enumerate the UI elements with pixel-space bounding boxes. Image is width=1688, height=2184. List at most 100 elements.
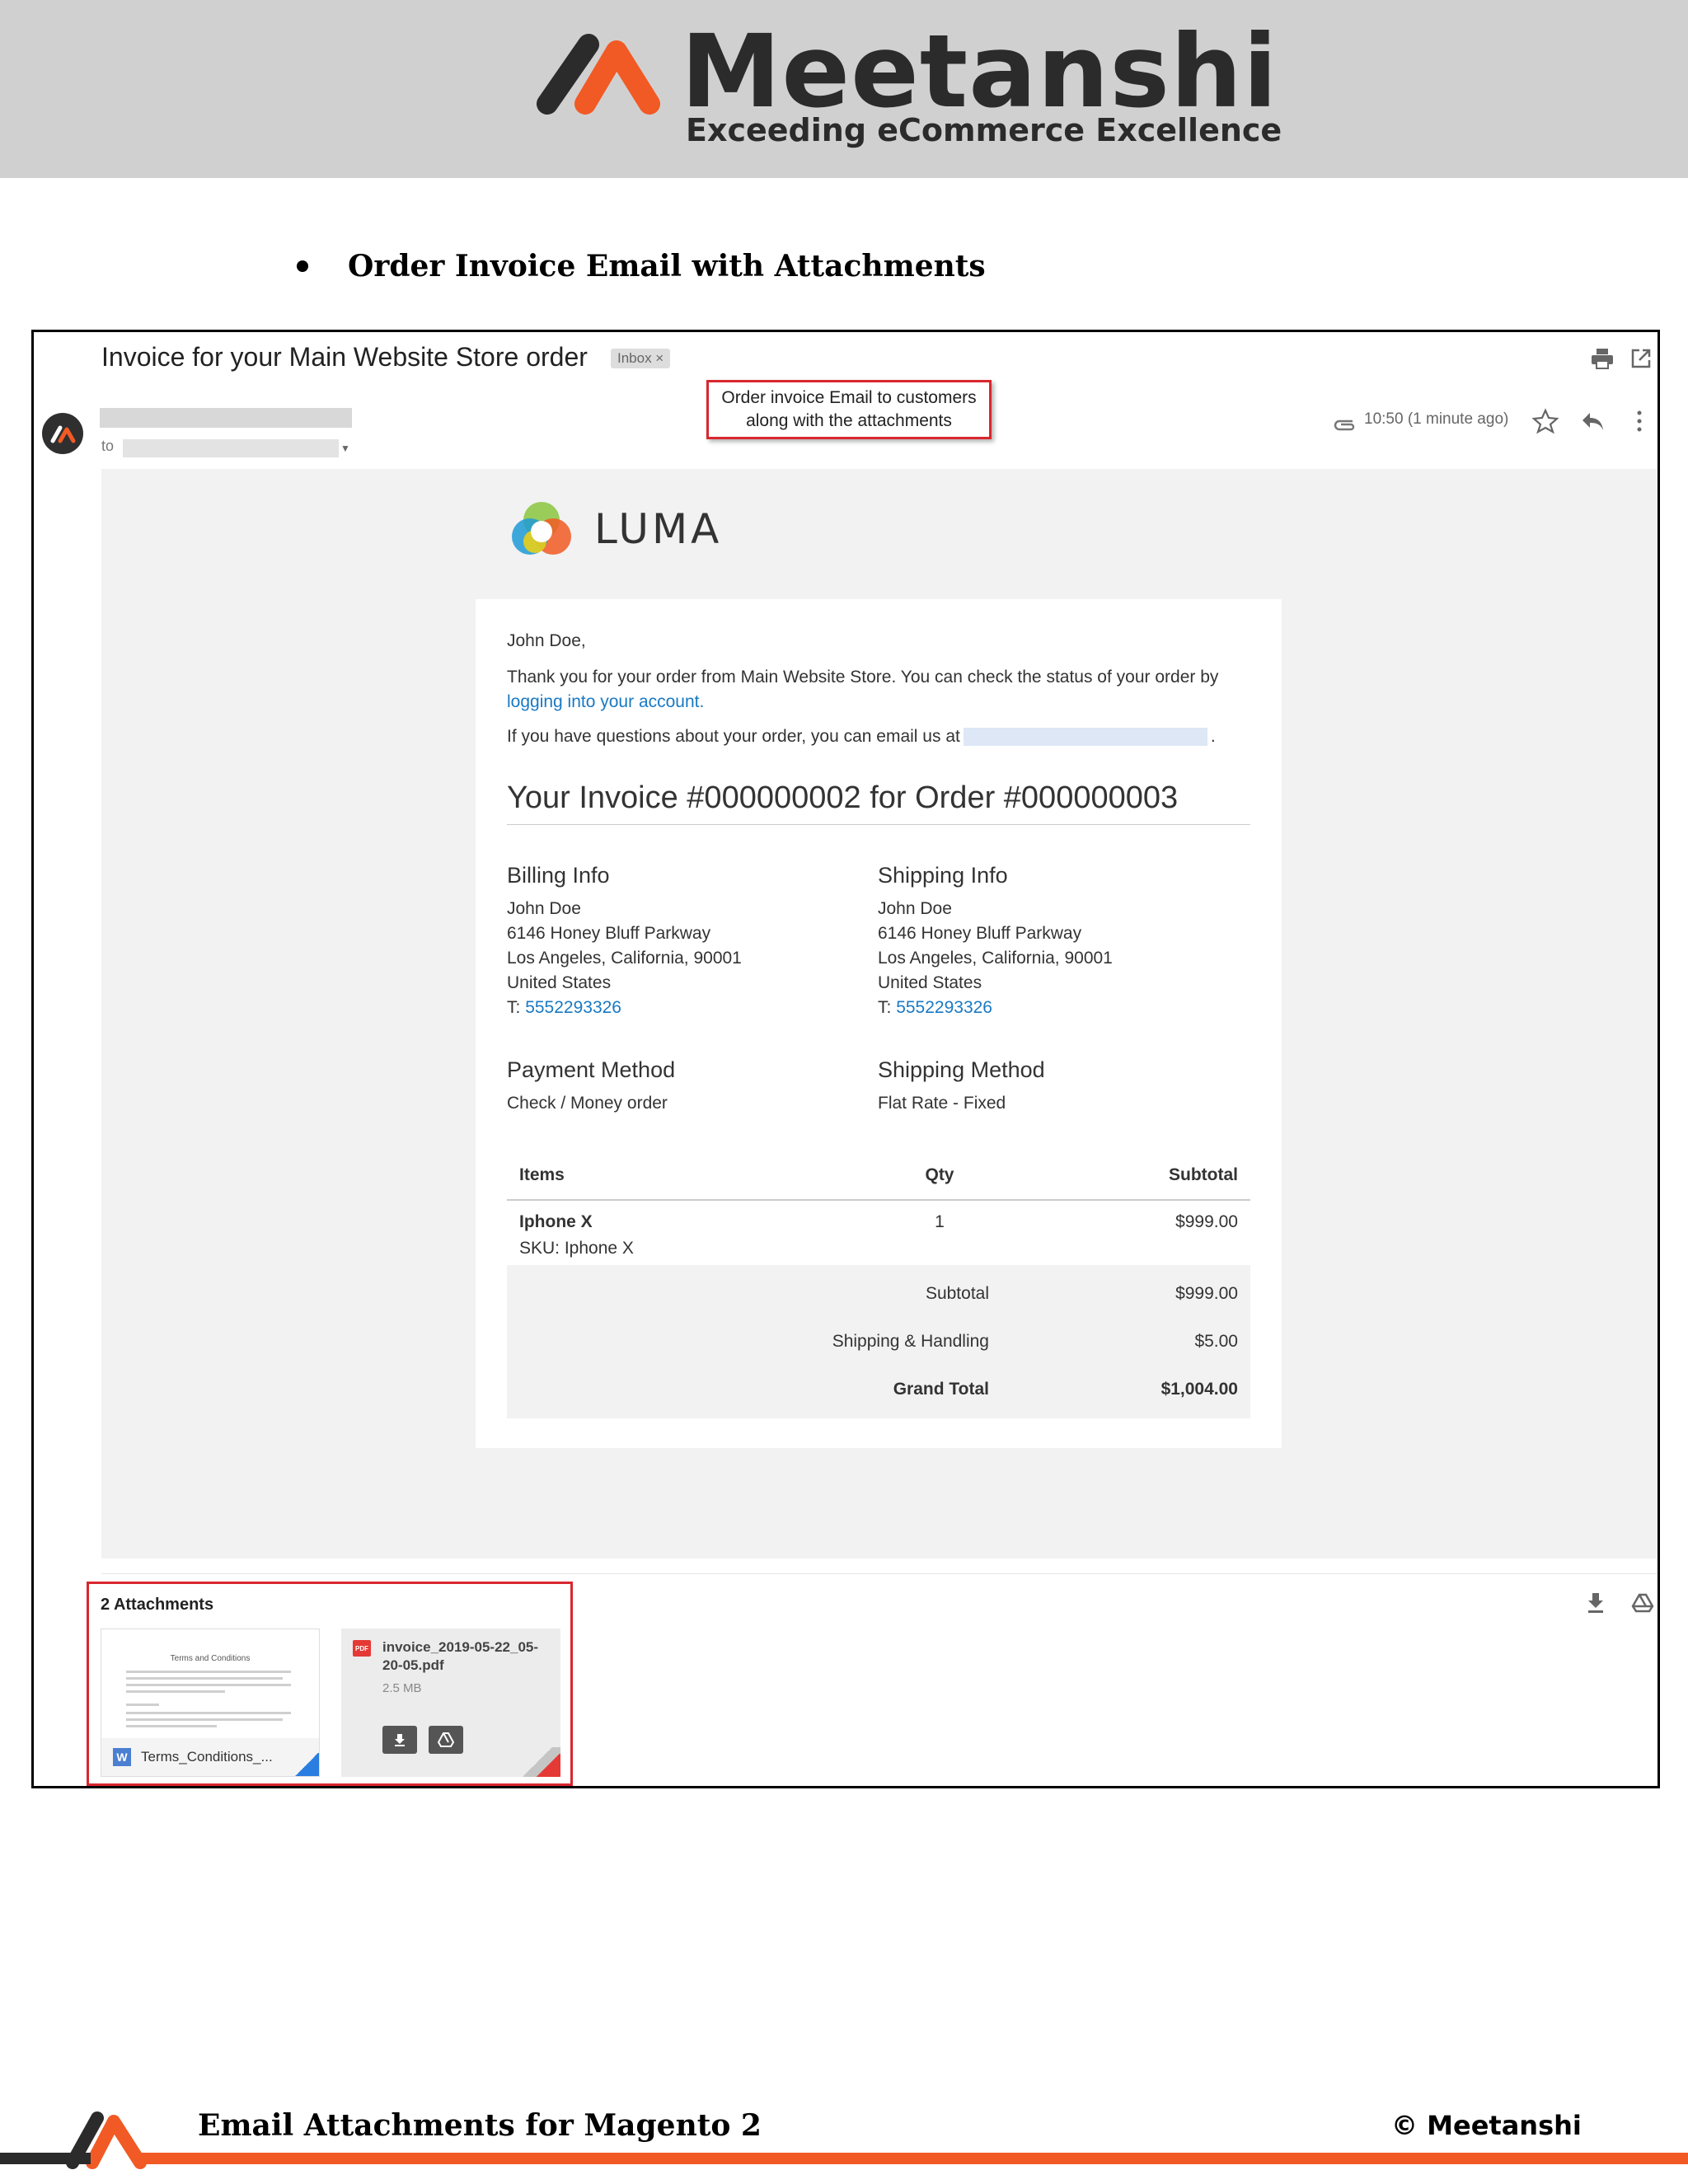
billing-country: United States	[507, 973, 612, 992]
billing-name: John Doe	[507, 899, 581, 918]
footer-rule	[140, 2153, 1688, 2164]
thanks-message: Thank you for your order from Main Websi…	[507, 665, 1250, 715]
questions-end: .	[1210, 727, 1216, 746]
totals-value: $5.00	[1194, 1332, 1238, 1351]
star-icon[interactable]	[1532, 408, 1559, 434]
corner-fold	[536, 1754, 560, 1777]
recipient-redacted	[123, 439, 339, 457]
word-doc-icon: W	[113, 1748, 131, 1766]
doc-preview-line	[126, 1684, 291, 1686]
thanks-text: Thank you for your order from Main Websi…	[507, 668, 1219, 687]
callout-line: along with the attachments	[746, 411, 952, 430]
footer-title: Email Attachments for Magento 2	[198, 2108, 762, 2143]
totals-block: Subtotal $999.00 Shipping & Handling $5.…	[507, 1265, 1250, 1418]
shipping-method: Shipping Method Flat Rate - Fixed	[878, 1057, 1240, 1116]
reply-icon[interactable]	[1580, 410, 1605, 433]
brand-tagline: Exceeding eCommerce Excellence	[686, 112, 1282, 148]
shipping-heading: Shipping Info	[878, 863, 1008, 888]
doc-preview-line	[126, 1712, 291, 1714]
billing-city: Los Angeles, California, 90001	[507, 949, 742, 968]
totals-row: Subtotal $999.00	[519, 1270, 1238, 1318]
table-row: Iphone X SKU: Iphone X 1 $999.00	[507, 1201, 1250, 1265]
greeting: John Doe,	[507, 631, 586, 650]
column-header-subtotal: Subtotal	[1169, 1165, 1238, 1184]
billing-street: 6146 Honey Bluff Parkway	[507, 924, 711, 943]
item-name: Iphone X	[519, 1212, 593, 1231]
more-vert-icon[interactable]	[1634, 408, 1644, 434]
save-to-drive-button[interactable]	[429, 1726, 463, 1754]
payment-method: Payment Method Check / Money order	[507, 1057, 870, 1116]
download-icon	[395, 1734, 405, 1746]
pdf-icon: PDF	[353, 1640, 371, 1657]
shipping-name: John Doe	[878, 899, 952, 918]
grand-total-label: Grand Total	[893, 1380, 989, 1399]
column-header-items: Items	[519, 1165, 565, 1184]
sender-name-redacted	[100, 408, 352, 428]
shipping-street: 6146 Honey Bluff Parkway	[878, 924, 1082, 943]
drive-icon[interactable]	[1631, 1593, 1654, 1613]
doc-preview-title: Terms and Conditions	[170, 1654, 251, 1663]
drive-icon	[438, 1732, 454, 1747]
payment-value: Check / Money order	[507, 1094, 668, 1113]
callout-line: Order invoice Email to customers	[721, 388, 977, 407]
luma-logo-icon	[512, 502, 571, 555]
questions-text: If you have questions about your order, …	[507, 727, 960, 746]
email-timestamp: 10:50 (1 minute ago)	[1364, 410, 1509, 428]
email-screenshot: Invoice for your Main Website Store orde…	[31, 330, 1660, 1788]
payment-heading: Payment Method	[507, 1057, 676, 1082]
download-button[interactable]	[382, 1726, 417, 1754]
table-header: Items Qty Subtotal	[507, 1151, 1250, 1201]
shipping-country: United States	[878, 973, 982, 992]
phone-prefix: T:	[878, 998, 892, 1017]
doc-preview-line	[126, 1677, 283, 1680]
divider	[101, 1573, 1658, 1574]
totals-row: Shipping & Handling $5.00	[519, 1318, 1238, 1366]
meetanshi-logo-icon	[537, 34, 660, 115]
items-table: Items Qty Subtotal Iphone X SKU: Iphone …	[507, 1151, 1250, 1418]
header-banner: Meetanshi Exceeding eCommerce Excellence	[0, 0, 1688, 178]
to-label: to	[101, 438, 115, 454]
email-subject: Invoice for your Main Website Store orde…	[101, 342, 588, 372]
billing-phone-link[interactable]: 5552293326	[525, 998, 621, 1017]
paperclip-icon	[1334, 419, 1355, 431]
bullet-icon	[297, 260, 308, 272]
print-icon[interactable]	[1590, 347, 1615, 370]
attachments-panel: 2 Attachments Terms and Conditions W Ter…	[87, 1582, 573, 1786]
invoice-heading: Your Invoice #000000002 for Order #00000…	[507, 780, 1250, 825]
questions-message: If you have questions about your order, …	[507, 724, 1250, 749]
shipping-phone-line: T: 5552293326	[878, 996, 1240, 1020]
totals-value: $999.00	[1175, 1284, 1238, 1303]
totals-label: Subtotal	[925, 1284, 989, 1303]
item-subtotal: $999.00	[1175, 1212, 1238, 1231]
support-email-redacted[interactable]	[963, 728, 1207, 746]
shipping-city: Los Angeles, California, 90001	[878, 949, 1113, 968]
grand-total-value: $1,004.00	[1160, 1380, 1238, 1399]
download-all-icon[interactable]	[1585, 1591, 1606, 1615]
attachment-name: invoice_2019-05-22_05-20-05.pdf	[382, 1639, 539, 1673]
avatar[interactable]	[42, 413, 83, 454]
attachments-count: 2 Attachments	[101, 1596, 214, 1614]
invoice-card: John Doe, Thank you for your order from …	[476, 599, 1282, 1448]
grand-total-row: Grand Total $1,004.00	[519, 1366, 1238, 1413]
item-sku: SKU: Iphone X	[519, 1239, 634, 1258]
attachment-card[interactable]: Terms and Conditions W Terms_Conditions_…	[101, 1629, 320, 1777]
footer-copyright: © Meetanshi	[1391, 2110, 1582, 2141]
shipping-method-value: Flat Rate - Fixed	[878, 1094, 1006, 1113]
email-body: LUMA John Doe, Thank you for your order …	[101, 469, 1658, 1558]
corner-fold	[294, 1753, 319, 1776]
shipping-phone-link[interactable]: 5552293326	[896, 998, 992, 1017]
column-header-qty: Qty	[925, 1165, 954, 1184]
footer-rule	[0, 2153, 91, 2164]
attachment-size: 2.5 MB	[382, 1681, 422, 1695]
doc-preview-line	[126, 1725, 217, 1727]
brand-name: Meetanshi	[681, 13, 1278, 130]
account-link[interactable]: logging into your account.	[507, 692, 704, 711]
inbox-label-chip[interactable]: Inbox ×	[611, 349, 671, 368]
phone-prefix: T:	[507, 998, 521, 1017]
popout-icon[interactable]	[1629, 347, 1653, 370]
attachment-card[interactable]: PDF invoice_2019-05-22_05-20-05.pdf 2.5 …	[341, 1629, 560, 1777]
annotation-callout: Order invoice Email to customers along w…	[706, 380, 992, 439]
doc-preview-line	[126, 1718, 283, 1721]
section-title: Order Invoice Email with Attachments	[348, 249, 986, 284]
chevron-down-icon[interactable]: ▼	[340, 443, 350, 454]
